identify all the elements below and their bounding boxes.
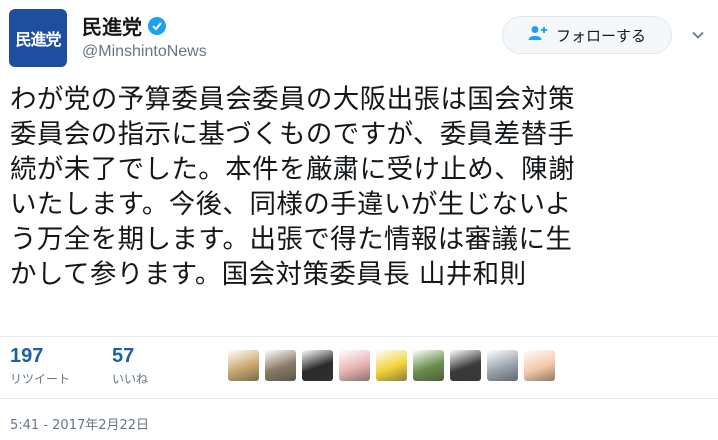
avatar-5[interactable] xyxy=(376,350,407,381)
avatar-1[interactable] xyxy=(228,350,259,381)
avatar-8[interactable] xyxy=(487,350,518,381)
avatar-7[interactable] xyxy=(450,350,481,381)
chevron-down-icon[interactable] xyxy=(691,28,705,42)
tweet-line: 続が未了でした。本件を厳粛に受け止め、陳謝 xyxy=(10,154,575,185)
follow-button[interactable]: フォローする xyxy=(502,16,672,54)
tweet-text: わが党の予算委員会委員の大阪出張は国会対策 委員会の指示に基づくものですが、委員… xyxy=(10,82,710,292)
avatar-4[interactable] xyxy=(339,350,370,381)
avatar-3[interactable] xyxy=(302,350,333,381)
account-name-row: 民進党 xyxy=(82,11,166,40)
divider xyxy=(0,398,718,399)
retweet-stat[interactable]: 197 リツイート xyxy=(10,345,70,387)
divider xyxy=(0,336,718,337)
display-name[interactable]: 民進党 xyxy=(82,11,142,40)
like-stat[interactable]: 57 いいね xyxy=(112,345,148,387)
retweet-label: リツイート xyxy=(10,372,71,386)
account-logo[interactable]: 民進党 xyxy=(9,9,67,67)
avatar-6[interactable] xyxy=(413,350,444,381)
tweet-line: う万全を期します。出張で得た情報は審議に生 xyxy=(10,224,573,255)
retweet-count: 197 xyxy=(10,345,44,367)
avatar-9[interactable] xyxy=(524,350,555,381)
account-handle[interactable]: @MinshintoNews xyxy=(82,43,207,61)
user-add-icon xyxy=(528,25,548,45)
follow-button-label: フォローする xyxy=(555,26,646,45)
tweet-line: かして参ります。国会対策委員長 山井和則 xyxy=(10,259,527,290)
like-label: いいね xyxy=(112,372,149,386)
tweet-timestamp[interactable]: 5:41 - 2017年2月22日 xyxy=(10,414,149,433)
avatar-2[interactable] xyxy=(265,350,296,381)
tweet-line: わが党の予算委員会委員の大阪出張は国会対策 xyxy=(10,84,575,115)
tweet-line: いたします。今後、同様の手違いが生じないよ xyxy=(10,189,572,220)
like-count: 57 xyxy=(112,345,135,367)
liker-avatars xyxy=(228,350,555,381)
verified-badge-icon xyxy=(148,16,166,35)
tweet-line: 委員会の指示に基づくものですが、委員差替手 xyxy=(10,119,575,150)
